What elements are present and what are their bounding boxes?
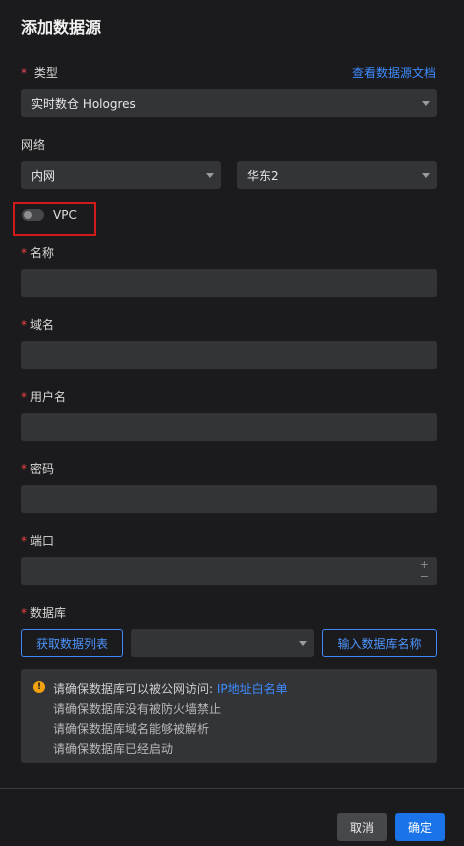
network-select-value: 内网: [31, 168, 56, 183]
notice-line-3: 请确保数据库域名能够被解析: [53, 722, 210, 736]
vpc-toggle[interactable]: [22, 209, 44, 221]
view-docs-link[interactable]: 查看数据源文档: [352, 64, 436, 81]
required-marker: *: [21, 318, 27, 332]
database-label-text: 数据库: [30, 606, 67, 620]
ip-whitelist-link[interactable]: IP地址白名单: [217, 682, 288, 696]
port-label: * 端口: [21, 532, 54, 549]
type-select[interactable]: 实时数仓 Hologres: [21, 89, 437, 117]
network-label: 网络: [21, 138, 46, 152]
username-input[interactable]: [21, 413, 437, 441]
password-label-text: 密码: [30, 462, 55, 476]
toggle-knob: [24, 211, 32, 219]
port-label-text: 端口: [30, 534, 55, 548]
chevron-down-icon: [422, 173, 430, 178]
required-marker: *: [21, 246, 27, 260]
notice-line-1-text: 请确保数据库可以被公网访问:: [53, 682, 214, 696]
name-label: * 名称: [21, 244, 54, 261]
name-label-text: 名称: [30, 246, 55, 260]
chevron-down-icon: [299, 641, 307, 646]
chevron-down-icon: [206, 173, 214, 178]
required-marker: *: [21, 534, 27, 548]
info-icon: !: [33, 681, 45, 693]
name-input[interactable]: [21, 269, 437, 297]
required-marker: *: [21, 390, 27, 404]
required-marker: *: [21, 606, 27, 620]
minus-icon[interactable]: −: [420, 571, 429, 583]
domain-input[interactable]: [21, 341, 437, 369]
password-label: * 密码: [21, 460, 54, 477]
enter-database-name-button[interactable]: 输入数据库名称: [322, 629, 437, 657]
port-stepper[interactable]: + −: [420, 559, 429, 583]
dialog-title: 添加数据源: [21, 18, 102, 37]
username-label: * 用户名: [21, 388, 66, 405]
region-select-value: 华东2: [247, 168, 279, 183]
required-marker: *: [21, 66, 27, 80]
password-input[interactable]: [21, 485, 437, 513]
notice-line-1: 请确保数据库可以被公网访问: IP地址白名单: [53, 680, 288, 697]
database-select[interactable]: [131, 629, 314, 657]
required-marker: *: [21, 462, 27, 476]
vpc-label: VPC: [53, 208, 77, 222]
type-label-text: 类型: [33, 66, 58, 80]
region-select[interactable]: 华东2: [237, 161, 437, 189]
type-label: * 类型: [21, 64, 58, 81]
database-label: * 数据库: [21, 604, 66, 621]
cancel-button[interactable]: 取消: [337, 813, 387, 841]
fetch-database-list-button[interactable]: 获取数据列表: [21, 629, 123, 657]
notice-line-2: 请确保数据库没有被防火墙禁止: [53, 702, 222, 716]
notice-line-4: 请确保数据库已经启动: [53, 742, 174, 756]
port-input[interactable]: + −: [21, 557, 437, 585]
chevron-down-icon: [422, 101, 430, 106]
type-select-value: 实时数仓 Hologres: [31, 96, 136, 111]
domain-label-text: 域名: [30, 318, 55, 332]
connectivity-notice: ! 请确保数据库可以被公网访问: IP地址白名单 请确保数据库没有被防火墙禁止 …: [21, 669, 437, 763]
domain-label: * 域名: [21, 316, 54, 333]
network-select[interactable]: 内网: [21, 161, 221, 189]
username-label-text: 用户名: [30, 390, 67, 404]
footer-divider: [0, 788, 464, 789]
confirm-button[interactable]: 确定: [395, 813, 445, 841]
